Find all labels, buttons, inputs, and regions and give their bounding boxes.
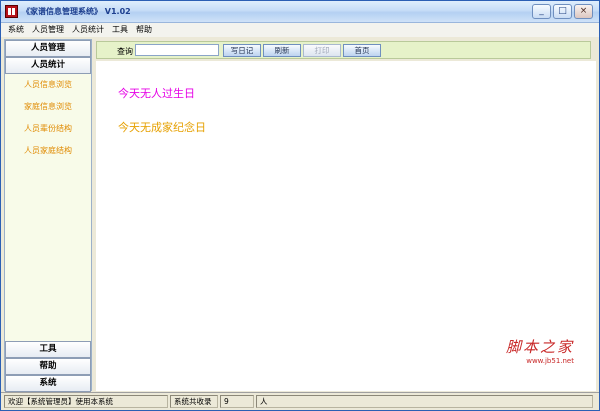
anniversary-message: 今天无成家纪念日 — [118, 121, 206, 134]
sidebar-link-generation-structure[interactable]: 人员辈份结构 — [5, 118, 91, 140]
write-diary-button[interactable]: 写日记 — [223, 44, 261, 57]
sidebar-link-person-info[interactable]: 人员信息浏览 — [5, 74, 91, 96]
title-bar[interactable]: 《家谱信息管理系统》 V1.02 _ □ × — [1, 1, 599, 23]
menu-system[interactable]: 系统 — [4, 23, 28, 37]
menu-bar: 系统 人员管理 人员统计 工具 帮助 — [1, 23, 599, 37]
sidebar-personnel-statistics-button[interactable]: 人员统计 — [5, 57, 91, 74]
main-content: 今天无人过生日 今天无成家纪念日 脚本之家 www.jb51.net — [96, 61, 596, 391]
query-input[interactable] — [135, 44, 219, 56]
status-total-label: 系统共收录 — [170, 395, 218, 408]
query-label: 查询 — [117, 47, 133, 56]
sidebar-system-button[interactable]: 系统 — [5, 375, 91, 392]
sidebar-personnel-management-button[interactable]: 人员管理 — [5, 40, 91, 57]
watermark-text: 脚本之家 — [505, 338, 574, 356]
window-title: 《家谱信息管理系统》 V1.02 — [22, 7, 131, 16]
status-unit: 人 — [256, 395, 593, 408]
menu-tools[interactable]: 工具 — [108, 23, 132, 37]
minimize-button[interactable]: _ — [532, 4, 551, 19]
refresh-button[interactable]: 刷新 — [263, 44, 301, 57]
query-toolbar: 查询 写日记 刷新 打印 首页 — [96, 41, 591, 59]
birthday-message: 今天无人过生日 — [118, 87, 195, 100]
watermark-logo: 脚本之家 www.jb51.net — [506, 336, 574, 365]
sidebar: 人员管理 人员统计 人员信息浏览 家庭信息浏览 人员辈份结构 人员家庭结构 工具… — [4, 39, 92, 392]
menu-help[interactable]: 帮助 — [132, 23, 156, 37]
print-button[interactable]: 打印 — [303, 44, 341, 57]
menu-personnel-statistics[interactable]: 人员统计 — [68, 23, 108, 37]
sidebar-link-family-info[interactable]: 家庭信息浏览 — [5, 96, 91, 118]
sidebar-link-family-structure[interactable]: 人员家庭结构 — [5, 140, 91, 162]
watermark-url: www.jb51.net — [526, 357, 574, 365]
sidebar-help-button[interactable]: 帮助 — [5, 358, 91, 375]
home-button[interactable]: 首页 — [343, 44, 381, 57]
window-controls: _ □ × — [532, 4, 593, 19]
app-window: 《家谱信息管理系统》 V1.02 _ □ × 系统 人员管理 人员统计 工具 帮… — [0, 0, 600, 411]
status-count: 9 — [220, 395, 254, 408]
sidebar-link-list: 人员信息浏览 家庭信息浏览 人员辈份结构 人员家庭结构 — [5, 74, 91, 162]
app-logo-icon — [5, 5, 18, 18]
status-welcome: 欢迎【系统管理员】使用本系统 — [4, 395, 168, 408]
close-button[interactable]: × — [574, 4, 593, 19]
status-bar: 欢迎【系统管理员】使用本系统 系统共收录 9 人 — [1, 392, 599, 410]
maximize-button[interactable]: □ — [553, 4, 572, 19]
menu-personnel-management[interactable]: 人员管理 — [28, 23, 68, 37]
sidebar-tools-button[interactable]: 工具 — [5, 341, 91, 358]
